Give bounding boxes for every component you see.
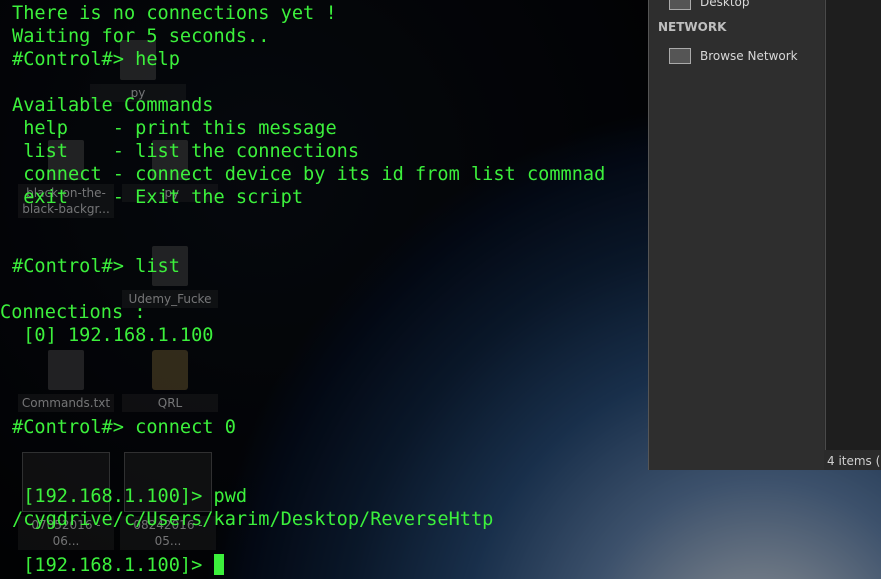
terminal-line: [0] 192.168.1.100: [12, 325, 214, 346]
terminal-cursor: [213, 554, 224, 575]
terminal-line: [192.168.1.100]> pwd: [12, 486, 248, 507]
terminal-line: list - list the connections: [12, 141, 360, 162]
terminal-prompt-line[interactable]: [192.168.1.100]>: [12, 554, 224, 577]
terminal-line: #Control#> help: [12, 49, 180, 70]
terminal-line: #Control#> connect 0: [12, 417, 236, 438]
terminal-line: Waiting for 5 seconds..: [12, 26, 270, 47]
terminal-line: There is no connections yet !: [12, 3, 337, 24]
terminal-line: /cygdrive/c/Users/karim/Desktop/ReverseH…: [12, 509, 494, 530]
terminal-line: Connections :: [0, 302, 146, 323]
terminal-line: exit - Exit the script: [12, 187, 304, 208]
terminal-line: Available Commands: [12, 95, 214, 116]
terminal-line: connect - connect device by its id from …: [12, 164, 606, 185]
terminal-line: help - print this message: [12, 118, 337, 139]
terminal-prompt: [192.168.1.100]>: [12, 555, 214, 576]
terminal-output[interactable]: There is no connections yet ! Waiting fo…: [0, 0, 881, 579]
terminal-line: #Control#> list: [12, 256, 180, 277]
